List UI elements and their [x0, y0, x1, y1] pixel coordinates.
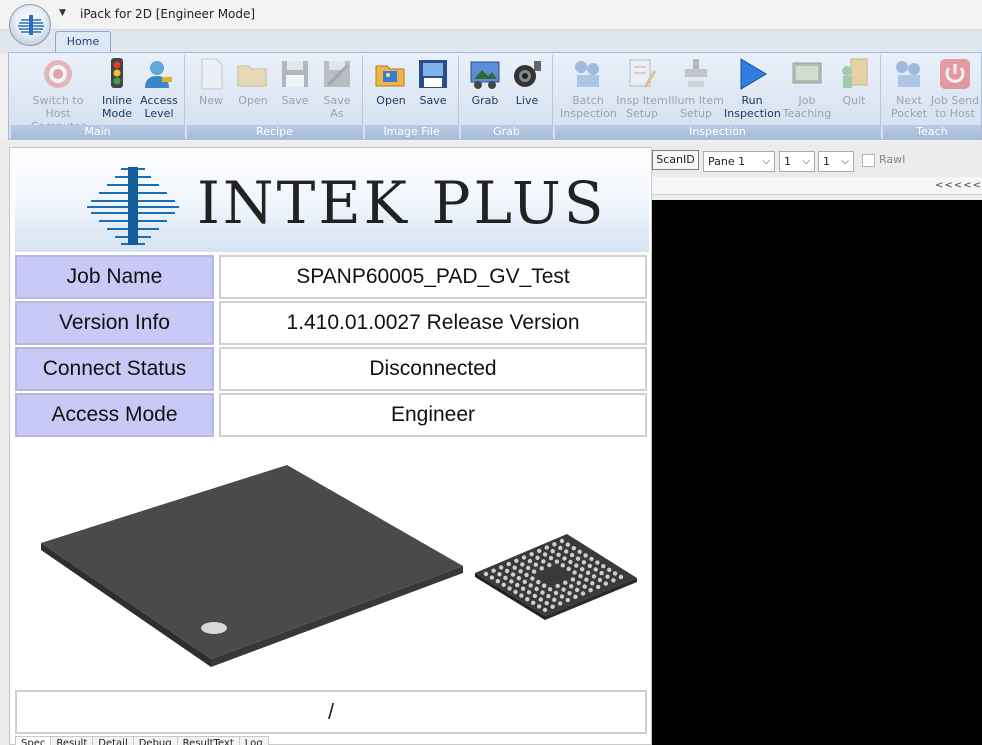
info-row-connect-status: Connect Status Disconnected	[15, 347, 647, 391]
power-icon	[940, 59, 970, 89]
play-icon	[740, 58, 767, 90]
batch-inspection-button[interactable]: Batch Inspection	[560, 55, 617, 123]
tab-log[interactable]: Log	[238, 736, 269, 745]
group-label-main: Main	[11, 125, 184, 139]
access-mode-label: Access Mode	[15, 393, 214, 437]
job-send-to-host-button[interactable]: Job Send to Host	[931, 55, 979, 123]
group-teach: Next Pocket Job Send to Host Teach	[883, 55, 981, 139]
group-main: Switch to Host Computer Inline Mode Acce…	[11, 55, 185, 139]
scroll-strip: <<<<<	[652, 177, 982, 195]
tab-result-text[interactable]: ResultText	[176, 736, 240, 745]
scanid-tab[interactable]: ScanID	[652, 150, 699, 170]
camera-icon	[514, 61, 541, 87]
info-row-access-mode: Access Mode Engineer	[15, 393, 647, 437]
image-folder-icon	[375, 65, 405, 87]
insp-item-setup-button[interactable]: Insp Item Setup	[616, 55, 668, 123]
package-image	[15, 438, 647, 686]
next-pocket-button[interactable]: Next Pocket	[887, 55, 931, 123]
illum-item-setup-button[interactable]: Illum Item Setup	[668, 55, 724, 123]
version-info-label: Version Info	[15, 301, 214, 345]
tab-debug[interactable]: Debug	[132, 736, 178, 745]
exit-icon	[842, 58, 868, 88]
access-level-button[interactable]: Access Level	[137, 55, 181, 123]
recipe-new-button[interactable]: New	[189, 55, 233, 123]
group-label-grab: Grab	[461, 125, 552, 139]
chevron-down-icon: ⌵	[841, 156, 849, 167]
recipe-save-as-button[interactable]: Save As	[315, 55, 359, 123]
quit-button[interactable]: Quit	[832, 55, 876, 123]
application-menu-button[interactable]	[9, 4, 51, 46]
raw-image-checkbox[interactable]	[862, 154, 875, 167]
pane-select-value: Pane 1	[708, 155, 746, 168]
job-info-panel: INTEK PLUS Job Name SPANP60005_PAD_GV_Te…	[9, 147, 652, 745]
ribbon-tab-strip: Home	[0, 30, 982, 53]
connect-status-label: Connect Status	[15, 347, 214, 391]
live-button[interactable]: Live	[505, 55, 549, 123]
group-label-teach: Teach	[883, 125, 981, 139]
group-label-image-file: Image File	[365, 125, 458, 139]
grab-icon	[470, 61, 500, 89]
image-save-button[interactable]: Save	[411, 55, 455, 123]
select-index-1[interactable]: 1 ⌵	[779, 151, 815, 172]
main-content: INTEK PLUS Job Name SPANP60005_PAD_GV_Te…	[0, 142, 982, 745]
job-name-value: SPANP60005_PAD_GV_Test	[219, 255, 647, 299]
new-file-icon	[201, 58, 223, 90]
logo-text: INTEK PLUS	[197, 169, 607, 237]
pane-select[interactable]: Pane 1 ⌵	[703, 151, 775, 172]
insp-setup-icon	[629, 59, 657, 88]
tab-spec[interactable]: Spec	[15, 736, 52, 745]
batch-icon	[575, 61, 599, 87]
group-label-inspection: Inspection	[555, 125, 880, 139]
grab-button[interactable]: Grab	[463, 55, 507, 123]
intek-logo-icon	[87, 167, 179, 245]
image-view-panel: ScanID Pane 1 ⌵ 1 ⌵ 1 ⌵ RawI <<<<<	[652, 147, 982, 745]
select-index-2[interactable]: 1 ⌵	[818, 151, 854, 172]
chevron-down-icon: ⌵	[762, 156, 770, 167]
title-bar: ▼ iPack for 2D [Engineer Mode]	[0, 0, 982, 30]
save-as-icon	[324, 61, 350, 87]
group-image-file: Open Save Image File	[365, 55, 459, 139]
select-index-2-value: 1	[823, 155, 830, 168]
user-key-icon	[145, 61, 172, 88]
job-teaching-button[interactable]: Job Teaching	[783, 55, 831, 123]
illum-setup-icon	[685, 59, 707, 87]
info-row-job-name: Job Name SPANP60005_PAD_GV_Test	[15, 255, 647, 299]
info-row-version: Version Info 1.410.01.0027 Release Versi…	[15, 301, 647, 345]
tab-home[interactable]: Home	[55, 31, 111, 53]
group-grab: Grab Live Grab	[461, 55, 553, 139]
company-logo: INTEK PLUS	[15, 151, 649, 252]
raw-image-label: RawI	[879, 153, 906, 166]
ribbon: Switch to Host Computer Inline Mode Acce…	[8, 52, 982, 140]
select-index-1-value: 1	[784, 155, 791, 168]
floppy-icon	[282, 61, 308, 87]
access-mode-value: Engineer	[219, 393, 647, 437]
image-viewer-canvas[interactable]	[652, 200, 982, 745]
app-logo-icon	[18, 15, 44, 35]
connect-status-value: Disconnected	[219, 347, 647, 391]
tab-result[interactable]: Result	[50, 736, 94, 745]
window-title: iPack for 2D [Engineer Mode]	[80, 7, 256, 21]
next-pocket-icon	[896, 61, 920, 87]
quick-access-dropdown-icon[interactable]: ▼	[59, 8, 66, 18]
chip-package-illustration	[41, 465, 637, 667]
chevron-down-icon: ⌵	[802, 156, 810, 167]
switch-to-host-button[interactable]: Switch to Host Computer	[31, 55, 85, 133]
job-name-label: Job Name	[15, 255, 214, 299]
group-recipe: New Open Save Save As Recipe	[187, 55, 363, 139]
monitor-icon	[792, 62, 822, 84]
bottom-tab-strip: Spec Result Detail Debug ResultText Log	[15, 736, 269, 745]
scroll-left-arrows[interactable]: <<<<<	[935, 180, 982, 191]
group-label-recipe: Recipe	[187, 125, 362, 139]
job-path-field: /	[15, 690, 647, 734]
run-inspection-button[interactable]: Run Inspection	[724, 55, 781, 123]
group-inspection: Batch Inspection Insp Item Setup Illum I…	[555, 55, 881, 139]
target-icon	[44, 60, 72, 88]
image-save-icon	[419, 60, 447, 88]
image-open-button[interactable]: Open	[369, 55, 413, 123]
traffic-light-icon	[111, 58, 123, 88]
version-info-value: 1.410.01.0027 Release Version	[219, 301, 647, 345]
open-folder-icon	[237, 65, 267, 87]
tab-detail[interactable]: Detail	[92, 736, 134, 745]
recipe-open-button[interactable]: Open	[231, 55, 275, 123]
